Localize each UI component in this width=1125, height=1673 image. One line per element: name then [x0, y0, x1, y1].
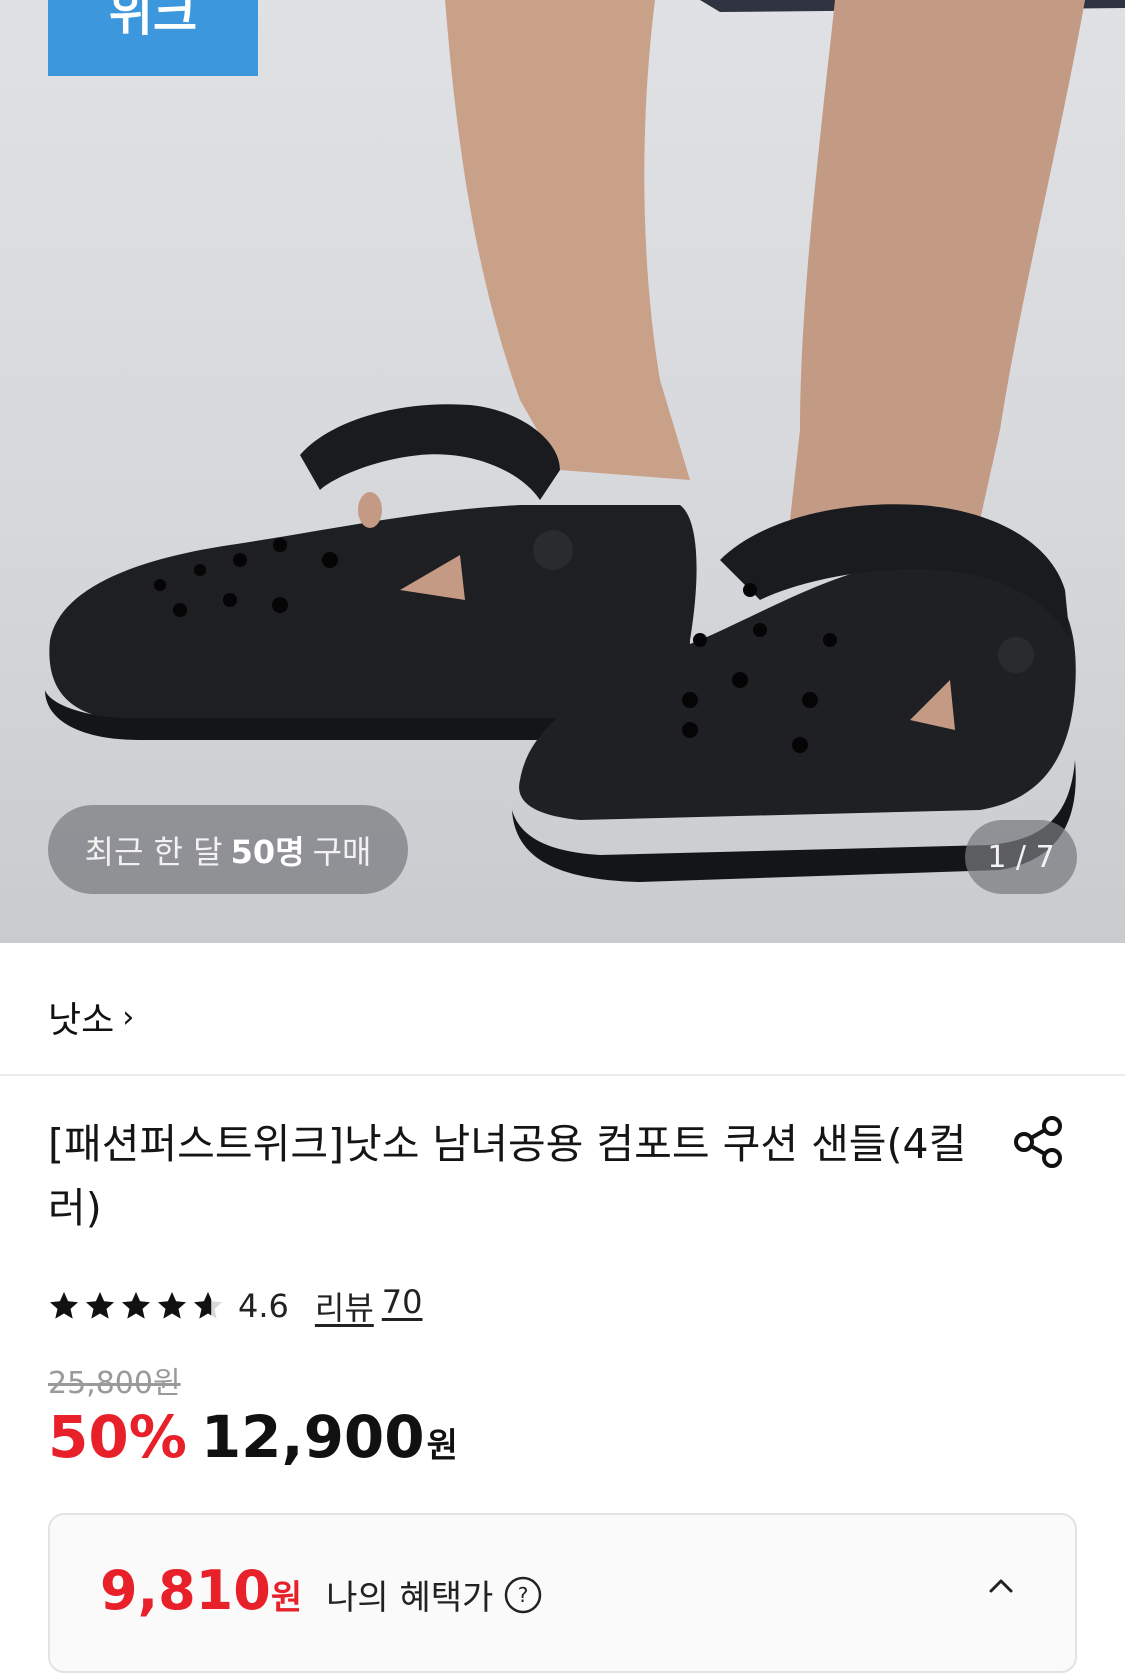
my-benefit-price-panel[interactable]: 9,810 원 나의 혜택가 ?	[48, 1513, 1077, 1673]
product-title: [패션퍼스트위크]낫소 남녀공용 컴포트 쿠션 샌들(4컬러)	[48, 1120, 967, 1232]
review-count: 70	[381, 1283, 423, 1321]
recent-buyers-badge: 최근 한 달 50명 구매	[48, 805, 408, 894]
chevron-up-icon[interactable]	[983, 1569, 1019, 1605]
share-icon[interactable]	[1010, 1114, 1066, 1170]
image-counter: 1 / 7	[965, 820, 1077, 894]
buyers-suffix: 구매	[312, 832, 372, 871]
brand-row: 낫소 ›	[0, 943, 1125, 1076]
buyers-count: 50명	[230, 832, 305, 871]
benefit-label: 나의 혜택가	[326, 1578, 494, 1618]
discount-rate: 50%	[48, 1403, 187, 1471]
brand-link[interactable]: 낫소 ›	[48, 991, 134, 1043]
review-link[interactable]: 리뷰 70	[315, 1283, 423, 1329]
brand-name: 낫소	[48, 1000, 115, 1041]
star-icon	[50, 1292, 78, 1319]
product-photo	[45, 0, 1125, 882]
sale-price-currency: 원	[426, 1426, 458, 1466]
question-circle-icon[interactable]: ?	[503, 1575, 543, 1615]
star-icon	[86, 1292, 114, 1319]
promo-week-badge: 위크	[48, 0, 258, 76]
star-icon	[194, 1292, 222, 1319]
star-icon	[122, 1292, 150, 1319]
rating-value: 4.6	[238, 1287, 289, 1325]
sale-price: 12,900	[200, 1403, 425, 1471]
star-rating	[48, 1290, 224, 1322]
product-image-carousel[interactable]: 위크 최근 한 달 50명 구매 1 / 7	[0, 0, 1125, 943]
star-icon	[158, 1292, 186, 1319]
price-row: 50% 12,900 원	[48, 1403, 458, 1471]
svg-text:?: ?	[518, 1583, 529, 1607]
benefit-price: 9,810	[100, 1559, 271, 1622]
week-badge-text: 위크	[108, 0, 198, 42]
original-price: 25,800원	[48, 1366, 181, 1401]
buyers-prefix: 최근 한 달	[84, 832, 223, 871]
benefit-price-currency: 원	[270, 1578, 303, 1618]
chevron-right-icon: ›	[122, 999, 135, 1035]
rating-row: 4.6 리뷰 70	[48, 1283, 423, 1329]
review-label: 리뷰	[314, 1289, 374, 1327]
